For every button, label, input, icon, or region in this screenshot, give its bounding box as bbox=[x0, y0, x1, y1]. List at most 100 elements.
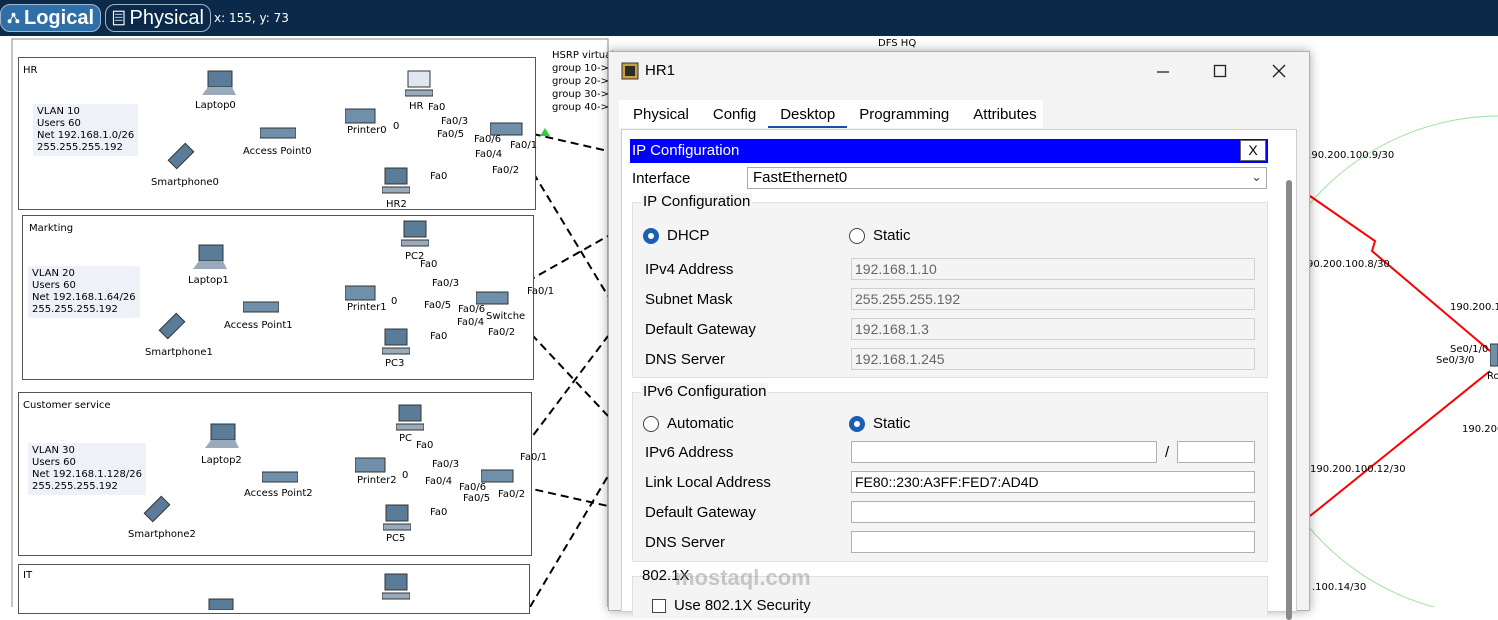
close-button[interactable] bbox=[1259, 58, 1299, 84]
ipv6-address-field[interactable] bbox=[851, 441, 1157, 463]
wan-label: 190.200.100.9/30 bbox=[1305, 150, 1395, 161]
port-label: Fa0/3 bbox=[432, 278, 460, 289]
access-point-icon[interactable] bbox=[243, 300, 279, 314]
minimize-button[interactable] bbox=[1143, 58, 1183, 84]
access-point-icon[interactable] bbox=[260, 126, 296, 140]
vlan-line: Net 192.168.1.0/26 bbox=[37, 130, 135, 141]
pc-icon[interactable] bbox=[401, 220, 429, 248]
device-label: HR bbox=[409, 101, 424, 112]
pc-icon[interactable] bbox=[383, 504, 411, 532]
logical-view-button[interactable]: Logical bbox=[0, 4, 101, 32]
laptop-icon[interactable] bbox=[202, 70, 236, 96]
cursor-coordinates: x: 155, y: 73 bbox=[214, 11, 289, 25]
access-point-icon[interactable] bbox=[262, 470, 298, 484]
automatic-label: Automatic bbox=[667, 415, 734, 432]
ipv4-config-group: IP Configuration DHCP Static IPv4 Addres… bbox=[632, 193, 1268, 378]
smartphone-icon[interactable] bbox=[167, 142, 197, 172]
ipv6-config-group: IPv6 Configuration Automatic Static IPv6… bbox=[632, 383, 1268, 562]
static-label: Static bbox=[873, 227, 911, 244]
radio-unselected-icon bbox=[643, 415, 659, 432]
laptop-icon[interactable] bbox=[205, 423, 239, 449]
router-icon[interactable] bbox=[1490, 342, 1498, 368]
printer-icon[interactable] bbox=[345, 105, 377, 125]
switch-icon[interactable] bbox=[481, 467, 515, 485]
laptop-icon[interactable] bbox=[203, 598, 237, 610]
interface-label: Interface bbox=[632, 170, 691, 187]
physical-view-button[interactable]: Physical bbox=[105, 4, 211, 32]
vlan-line: Net 192.168.1.128/26 bbox=[32, 469, 142, 480]
maximize-button[interactable] bbox=[1200, 58, 1240, 84]
port-label: Fa0/2 bbox=[498, 489, 526, 500]
ipv6-dns-field[interactable] bbox=[851, 531, 1255, 553]
device-label: Smartphone2 bbox=[128, 529, 196, 540]
vlan-note: VLAN 20 Users 60 Net 192.168.1.64/26 255… bbox=[28, 266, 140, 318]
default-gateway-label: Default Gateway bbox=[645, 321, 756, 338]
interface-value: FastEthernet0 bbox=[753, 169, 848, 186]
vlan-line: VLAN 10 bbox=[37, 106, 80, 117]
device-label: PC3 bbox=[385, 358, 405, 369]
vertical-scrollbar[interactable] bbox=[1286, 180, 1292, 620]
smartphone-icon[interactable] bbox=[143, 495, 173, 525]
radio-unselected-icon bbox=[849, 227, 865, 244]
dhcp-label: DHCP bbox=[667, 227, 710, 244]
interface-label: Se0/1/0 bbox=[1450, 344, 1489, 355]
port-label: Fa0 bbox=[420, 259, 438, 270]
tab-programming[interactable]: Programming bbox=[847, 102, 961, 128]
wan-label: 190.200 bbox=[1462, 424, 1498, 435]
device-label: Access Point2 bbox=[244, 488, 313, 499]
printer-icon[interactable] bbox=[345, 282, 377, 302]
ipv4-group-title: IP Configuration bbox=[641, 193, 753, 210]
vlan-note: VLAN 30 Users 60 Net 192.168.1.128/26 25… bbox=[28, 443, 146, 495]
link-local-field[interactable]: FE80::230:A3FF:FED7:AD4D bbox=[851, 471, 1255, 493]
smartphone-icon[interactable] bbox=[158, 312, 188, 342]
pc-icon[interactable] bbox=[396, 404, 424, 432]
ipv6-automatic-radio[interactable]: Automatic bbox=[643, 415, 734, 432]
pc-icon[interactable] bbox=[382, 328, 410, 356]
checkbox-unchecked-icon bbox=[652, 598, 666, 613]
pc-icon[interactable] bbox=[382, 167, 410, 195]
default-gateway-field[interactable]: 192.168.1.3 bbox=[851, 318, 1255, 340]
ipv6-prefix-field[interactable] bbox=[1177, 441, 1255, 463]
tab-desktop[interactable]: Desktop bbox=[768, 102, 848, 128]
device-label: PC5 bbox=[386, 533, 406, 544]
printer-icon[interactable] bbox=[355, 454, 387, 474]
wan-label: 190.200.10 bbox=[1450, 302, 1498, 313]
ipv4-address-label: IPv4 Address bbox=[645, 261, 734, 278]
device-label: Switche bbox=[486, 311, 526, 322]
port-label: Fa0/5 bbox=[463, 493, 491, 504]
tab-attributes[interactable]: Attributes bbox=[961, 102, 1048, 128]
vlan-line: VLAN 30 bbox=[32, 445, 75, 456]
ipv6-group-title: IPv6 Configuration bbox=[641, 383, 769, 400]
ipv6-gateway-field[interactable] bbox=[851, 501, 1255, 523]
port-label: Fa0/4 bbox=[425, 476, 453, 487]
interface-select[interactable]: FastEthernet0 ⌄ bbox=[747, 167, 1267, 189]
laptop-icon[interactable] bbox=[193, 244, 227, 270]
tab-physical[interactable]: Physical bbox=[621, 102, 701, 128]
dns-server-label: DNS Server bbox=[645, 351, 726, 368]
port-label: Fa0/5 bbox=[437, 129, 465, 140]
subnet-mask-field[interactable]: 255.255.255.192 bbox=[851, 288, 1255, 310]
static-radio[interactable]: Static bbox=[849, 227, 911, 244]
port-label: Fa0/6 bbox=[458, 304, 486, 315]
ip-config-close-button[interactable]: X bbox=[1240, 140, 1266, 161]
port-label: Fa0/3 bbox=[441, 116, 469, 127]
vlan-line: 255.255.255.192 bbox=[37, 142, 123, 153]
port-label: Fa0 bbox=[430, 171, 448, 182]
logical-icon bbox=[7, 12, 20, 24]
port-label: Fa0 bbox=[416, 440, 434, 451]
device-label: Access Point1 bbox=[224, 320, 293, 331]
dot1x-checkbox[interactable]: Use 802.1X Security bbox=[652, 597, 811, 614]
vlan-line: 255.255.255.192 bbox=[32, 304, 118, 315]
ipv6-dns-label: DNS Server bbox=[645, 534, 726, 551]
dialog-title: HR1 bbox=[645, 62, 676, 79]
dns-server-field[interactable]: 192.168.1.245 bbox=[851, 348, 1255, 370]
port-label: Fa0/2 bbox=[488, 327, 516, 338]
pc-icon[interactable] bbox=[405, 70, 433, 98]
tab-config[interactable]: Config bbox=[701, 102, 768, 128]
dhcp-radio[interactable]: DHCP bbox=[643, 227, 710, 244]
pc-icon[interactable] bbox=[382, 573, 410, 601]
logical-label: Logical bbox=[23, 6, 94, 29]
vlan-line: Users 60 bbox=[32, 457, 76, 468]
ipv4-address-field[interactable]: 192.168.1.10 bbox=[851, 258, 1255, 280]
ipv6-static-radio[interactable]: Static bbox=[849, 415, 911, 432]
